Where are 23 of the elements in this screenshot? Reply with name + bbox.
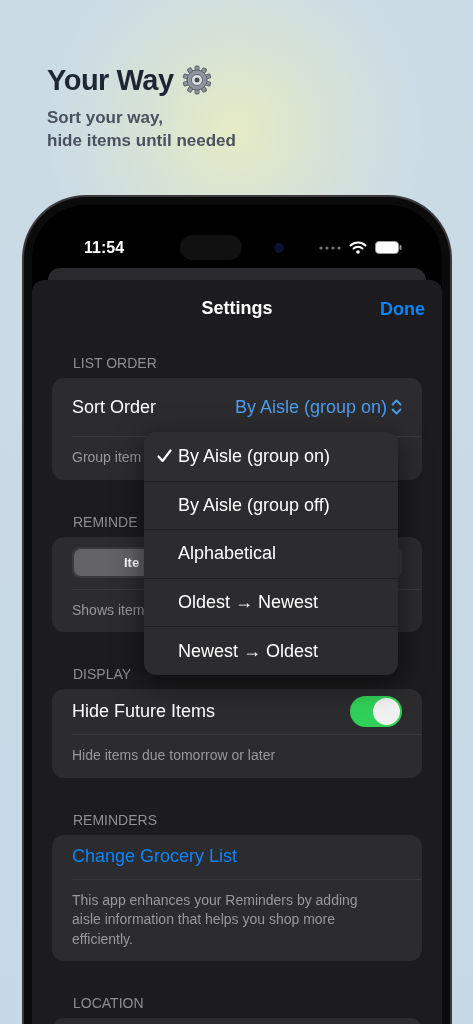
row-label: Sort Order [72,395,157,419]
footer-text: Hide items due tomorrow or later [72,747,276,763]
menu-item[interactable]: Alphabetical [144,529,398,578]
picker-value[interactable]: By Aisle (group on) [234,393,387,421]
status-time: 11:54 [84,237,126,258]
section-header: LOCATION [72,994,145,1013]
row-label: Hide Future Items [72,700,216,723]
section-header: DISPLAY [72,665,133,684]
nav-title: Settings [201,296,273,320]
menu-item[interactable]: Oldest → Newest [144,577,398,627]
menu-item[interactable]: By Aisle (group on) [144,432,398,481]
section-header: REMINDERS [72,810,158,830]
section-header: REMINDE [72,512,139,532]
promo-subtitle: Sort your way, hide items until needed [47,107,237,152]
change-list-link[interactable]: Change Grocery List [72,843,238,870]
footer-text: Shows item [72,601,145,618]
done-button[interactable]: Done [380,296,425,323]
promo-title: Your Way [47,63,174,98]
footer-text: Group item [72,449,142,465]
section-header: LIST ORDER [72,354,158,373]
footer-text: This app enhances your Reminders by adding aisle information that helps you shop more efficiently. [72,891,358,947]
menu-item[interactable]: Newest → Oldest [144,626,398,675]
menu-item[interactable]: By Aisle (group off) [144,480,398,530]
